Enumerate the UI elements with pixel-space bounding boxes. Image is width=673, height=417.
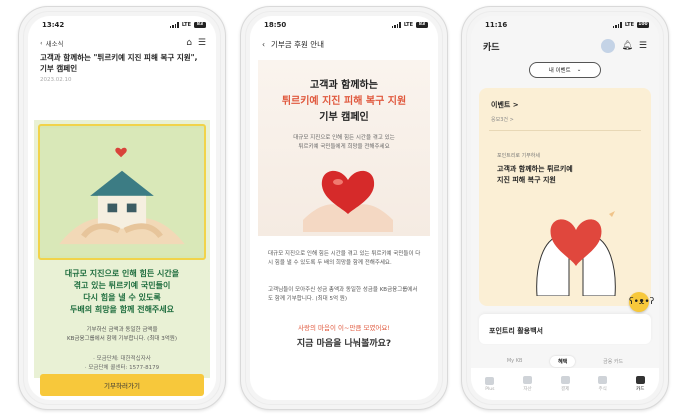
assets-icon [523, 376, 533, 384]
event-title: 고객과 함께하는 튀르키예 지진 피해 복구 지원 [497, 165, 573, 184]
chevron-left-icon: ‹ [40, 39, 43, 47]
description-paragraph-1: 대규모 지진으로 인해 힘든 시간을 겪고 있는 튀르키예 국민들이 다시 힘을… [268, 251, 421, 266]
battery-icon: 100 [637, 22, 649, 28]
campaign-headline: 대규모 지진으로 인해 힘든 시간을 겪고 있는 튀르키예 국민들이 다시 힘을… [64, 269, 180, 314]
hero-banner: 고객과 함께하는 튀르키예 지진 피해 복구 지원 기부 캠페인 대규모 지진으… [258, 60, 430, 236]
signal-icon [612, 22, 622, 28]
bottom-nav: Plus 자산 결제 주식 카드 [471, 368, 659, 400]
heart-hands-illustration [536, 211, 616, 296]
plus-icon [485, 376, 495, 385]
chevron-down-icon: ⌄ [576, 67, 582, 73]
home-icon[interactable]: ⌂ [186, 38, 192, 48]
top-nav: ‹ 새소식 ⌂ ☰ [28, 34, 216, 50]
campaign-card: 대규모 지진으로 인해 힘든 시간을 겪고 있는 튀르키예 국민들이 다시 힘을… [34, 120, 210, 378]
page-title: 카드 [483, 42, 500, 53]
my-events-dropdown[interactable]: 내 이벤트 ⌄ [529, 62, 601, 78]
cta-message: 지금 마음을 나눠볼까요? [296, 339, 392, 349]
campaign-body: 기부하신 금액과 동일한 금액을 KB금융그룹에서 함께 기부합니다. (최대 … [67, 327, 177, 342]
status-time: 11:16 [485, 21, 508, 29]
signal-icon [391, 22, 401, 28]
hero-title: 고객과 함께하는 튀르키예 지진 피해 복구 지원 기부 캠페인 [281, 80, 407, 123]
status-bar: 11:16 LTE 100 [471, 16, 659, 34]
bear-icon: ʕ•ᴥ•ʔ [629, 297, 655, 307]
screen: 13:42 LTE 83 ‹ 새소식 ⌂ ☰ 고객과 함께하는 "튀르키예 지진… [28, 16, 216, 400]
network-label: LTE [181, 22, 191, 28]
battery-icon: 83 [194, 22, 206, 28]
description-paragraph-2: 고객님들이 모아주신 성금 총액과 동일한 성금을 KB금융그룹에서도 함께 기… [268, 287, 418, 302]
bell-icon[interactable]: 🔔︎ [621, 41, 632, 51]
segment-tabs: My KB 혜택 금융 카드 [493, 354, 637, 368]
menu-icon[interactable]: ☰ [639, 41, 647, 51]
phone-news-detail: 13:42 LTE 83 ‹ 새소식 ⌂ ☰ 고객과 함께하는 "튀르키예 지진… [18, 6, 226, 410]
nav-plus[interactable]: Plus [485, 376, 495, 392]
back-label: 새소식 [45, 40, 64, 48]
battery-icon: 83 [416, 22, 428, 28]
top-nav: 카드 🔔︎ ☰ [471, 34, 659, 58]
tab-mykb[interactable]: My KB [507, 358, 523, 364]
divider [489, 130, 641, 131]
phone-donation-info: 18:50 LTE 83 ‹ 기부금 후원 안내 고객과 함께하는 튀르키예 지… [240, 6, 448, 410]
events-link[interactable]: 이벤트 > [491, 100, 519, 110]
card-icon [635, 376, 645, 384]
back-chevron-icon[interactable]: ‹ [262, 40, 265, 49]
report-card[interactable]: 포인트리 활용백서 [479, 314, 651, 344]
report-label: 포인트리 활용백서 [489, 327, 543, 335]
chatbot-fab[interactable]: ʕ•ᴥ•ʔ [629, 292, 654, 312]
donate-button[interactable]: 기부하러가기 [40, 374, 204, 396]
status-bar: 18:50 LTE 83 [250, 16, 438, 34]
campaign-illustration [38, 124, 206, 260]
phone-card-app: 11:16 LTE 100 카드 🔔︎ ☰ 내 이벤트 ⌄ 이벤트 > 응모3건… [461, 6, 669, 410]
screen: 11:16 LTE 100 카드 🔔︎ ☰ 내 이벤트 ⌄ 이벤트 > 응모3건… [471, 16, 659, 400]
network-label: LTE [403, 22, 413, 28]
event-subtitle: 포인트리로 기부하세 [497, 153, 540, 159]
article-date: 2023.02.10 [40, 77, 72, 83]
article-title: 고객과 함께하는 "튀르키예 지진 피해 복구 지원", 기부 캠페인 [40, 53, 198, 73]
heart-in-hands-illustration [303, 170, 393, 232]
campaign-info: · 모금단체: 대한적십자사 · 모금단체 콜센터: 1577-8179 [84, 356, 160, 371]
event-card[interactable]: 이벤트 > 응모3건 > 포인트리로 기부하세 고객과 함께하는 튀르키예 지진… [479, 88, 654, 312]
hero-subtitle: 대규모 지진으로 인해 힘든 시간을 겪고 있는 튀르키예 국민들에게 희망을 … [293, 135, 395, 150]
tab-benefits[interactable]: 혜택 [550, 355, 576, 367]
back-button[interactable]: ‹ 새소식 [40, 38, 64, 48]
nav-card[interactable]: 카드 [635, 376, 645, 392]
network-label: LTE [624, 22, 634, 28]
status-time: 18:50 [264, 21, 287, 29]
status-bar: 13:42 LTE 83 [28, 16, 216, 34]
nav-assets[interactable]: 자산 [523, 376, 533, 392]
screen: 18:50 LTE 83 ‹ 기부금 후원 안내 고객과 함께하는 튀르키예 지… [250, 16, 438, 400]
events-count[interactable]: 응모3건 > [491, 116, 514, 123]
signal-icon [169, 22, 179, 28]
page-title: 기부금 후원 안내 [271, 40, 325, 49]
payment-icon [560, 376, 570, 384]
house-hands-illustration [40, 128, 204, 256]
top-nav: ‹ 기부금 후원 안내 [250, 34, 438, 55]
tab-finance-card[interactable]: 금융 카드 [603, 358, 623, 365]
avatar[interactable] [601, 39, 616, 53]
status-time: 13:42 [42, 21, 65, 29]
nav-stocks[interactable]: 주식 [598, 376, 608, 392]
collected-message: 사랑의 마음이 이~만큼 모였어요! [298, 324, 390, 332]
stocks-icon [598, 376, 608, 384]
nav-payment[interactable]: 결제 [560, 376, 570, 392]
menu-icon[interactable]: ☰ [198, 38, 206, 48]
